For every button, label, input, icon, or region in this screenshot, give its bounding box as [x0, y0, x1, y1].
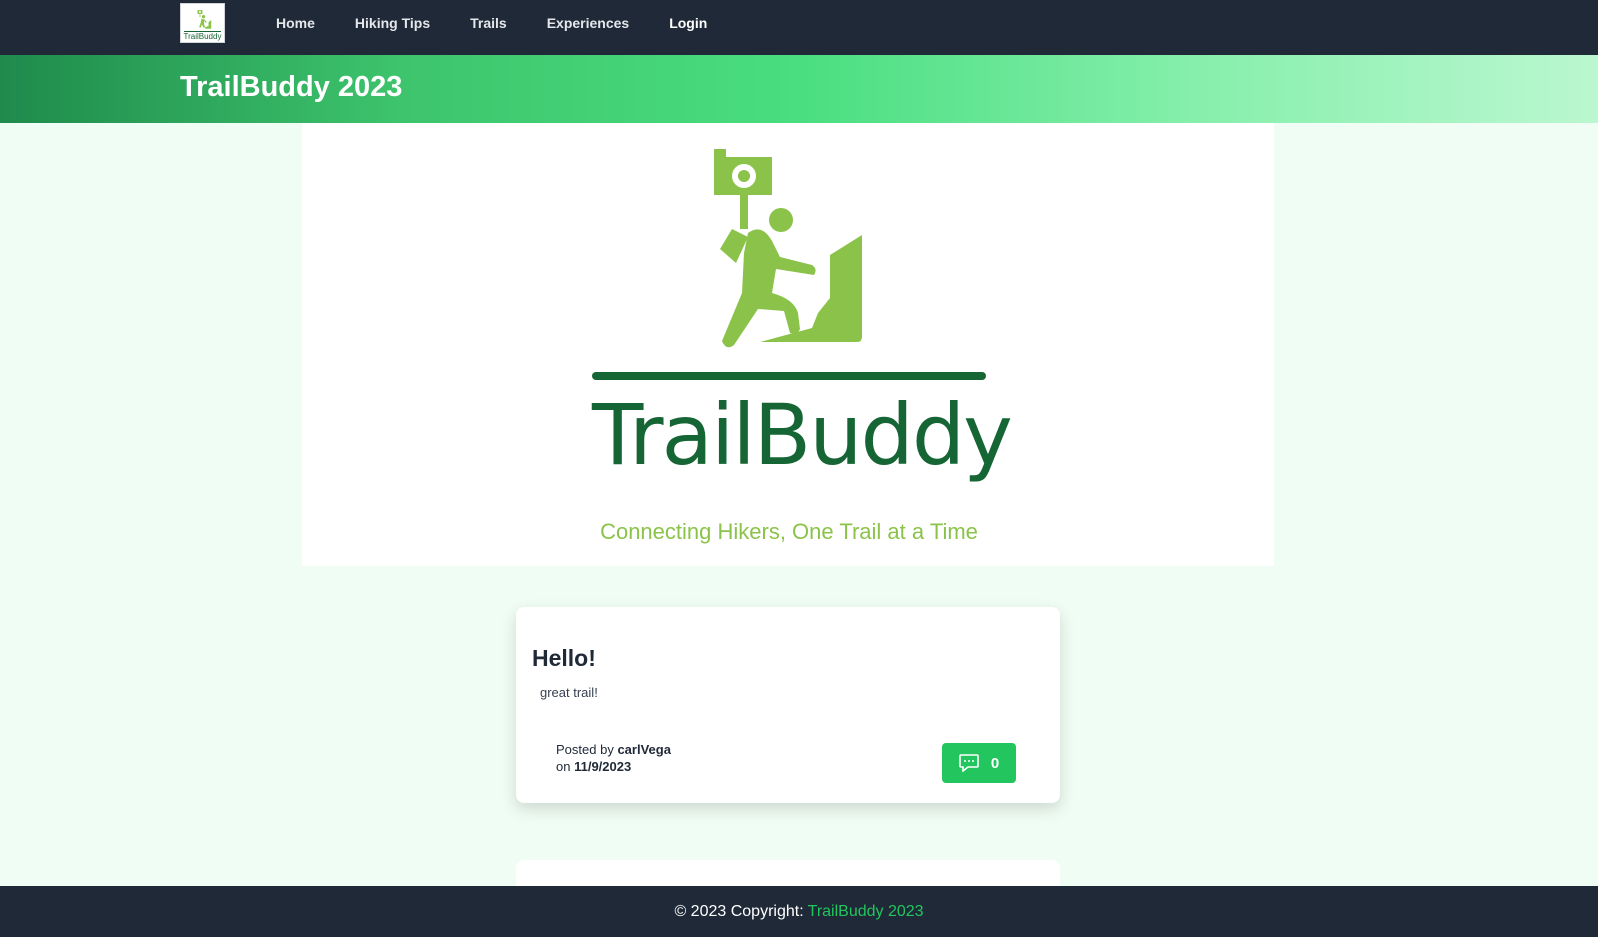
- comments-button[interactable]: 0: [942, 743, 1016, 783]
- footer-brand-link[interactable]: TrailBuddy 2023: [808, 903, 924, 921]
- posted-by-label: Posted by: [556, 742, 614, 757]
- post-author-line: Posted by carlVega: [556, 741, 671, 758]
- footer-copyright: © 2023 Copyright:: [674, 902, 804, 920]
- brand-banner: TrailBuddy Connecting Hikers, One Trail …: [302, 123, 1274, 566]
- post-date-line: on 11/9/2023: [556, 758, 671, 775]
- nav-links: Home Hiking Tips Trails Experiences Logi…: [276, 0, 747, 46]
- post-author: carlVega: [617, 742, 671, 757]
- chat-bubble-icon: [959, 754, 979, 772]
- page-title: TrailBuddy 2023: [180, 71, 403, 103]
- hero-bar: TrailBuddy 2023: [0, 55, 1598, 123]
- banner-tagline: Connecting Hikers, One Trail at a Time: [600, 519, 978, 544]
- nav-logo[interactable]: TrailBuddy: [180, 3, 225, 43]
- post-body: great trail!: [540, 685, 598, 700]
- top-navbar: TrailBuddy Home Hiking Tips Trails Exper…: [0, 0, 1598, 55]
- nav-link-experiences[interactable]: Experiences: [547, 15, 630, 31]
- nav-link-hiking-tips[interactable]: Hiking Tips: [355, 15, 430, 31]
- post-card: Hello! great trail! Posted by carlVega o…: [516, 607, 1060, 803]
- post-title: Hello!: [532, 645, 596, 671]
- footer: © 2023 Copyright: TrailBuddy 2023: [0, 886, 1598, 937]
- banner-brand-name: TrailBuddy: [592, 386, 1013, 484]
- hiker-illustration-icon: [714, 149, 862, 348]
- nav-link-login[interactable]: Login: [669, 15, 707, 31]
- post-date: 11/9/2023: [574, 759, 632, 774]
- comment-count: 0: [990, 754, 1000, 772]
- nav-logo-text: TrailBuddy: [183, 31, 222, 41]
- nav-link-trails[interactable]: Trails: [470, 15, 507, 31]
- hiker-logo-icon: [197, 10, 211, 29]
- post-meta: Posted by carlVega on 11/9/2023: [556, 741, 671, 775]
- post-date-label: on: [556, 759, 571, 774]
- banner-divider: [592, 372, 986, 380]
- nav-link-home[interactable]: Home: [276, 15, 315, 31]
